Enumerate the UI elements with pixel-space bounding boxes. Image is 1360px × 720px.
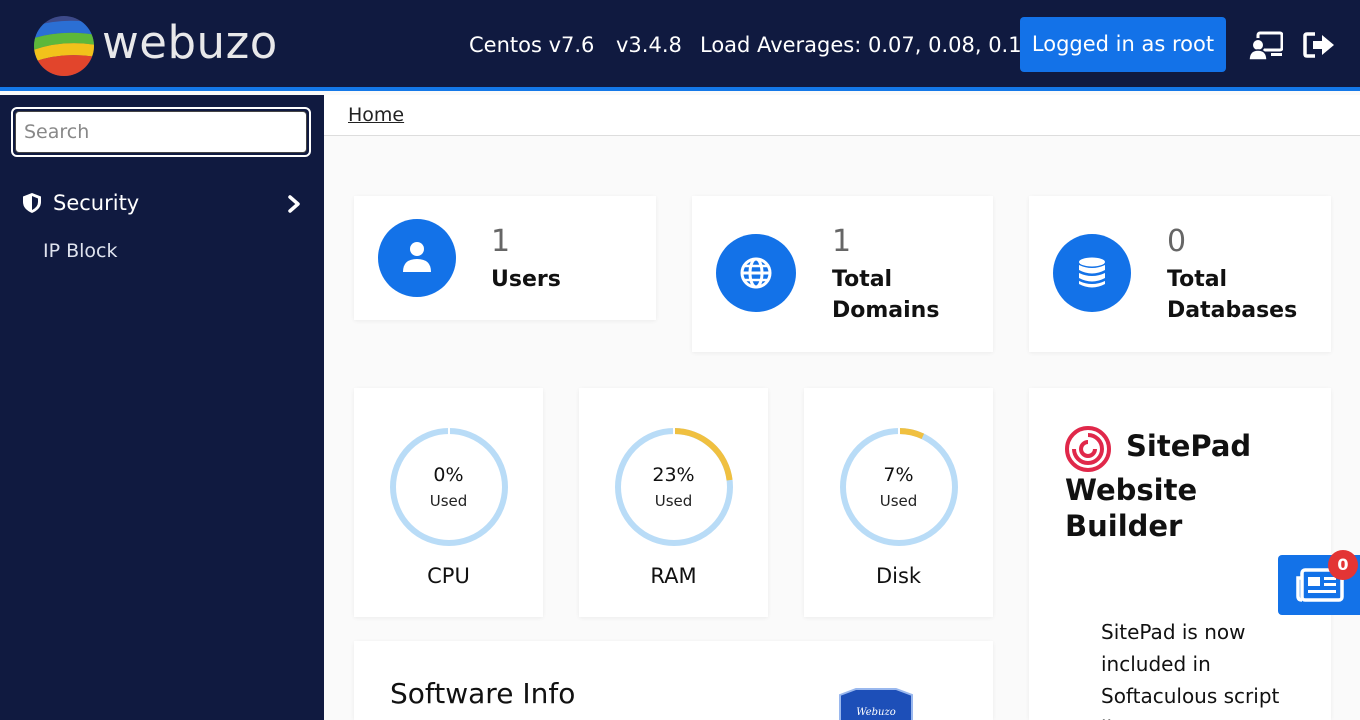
webuzo-logo[interactable]: webuzo (32, 14, 292, 78)
gauge-track (390, 428, 508, 546)
search-input[interactable] (15, 111, 307, 153)
logout-icon[interactable] (1303, 28, 1337, 62)
stat-icon-circle (1053, 234, 1131, 312)
breadcrumb: Home (324, 95, 1360, 136)
stat-card-users[interactable]: 1 Users (354, 196, 656, 320)
logged-in-button[interactable]: Logged in as root (1020, 17, 1226, 72)
sidebar-item-ip-block[interactable]: IP Block (43, 238, 118, 264)
cpu-percent: 0% (433, 464, 464, 486)
cpu-gauge (390, 428, 508, 546)
stat-icon-circle (716, 234, 796, 312)
users-label: Users (491, 267, 561, 292)
ram-label: RAM (650, 564, 697, 588)
cpu-label: CPU (427, 564, 470, 588)
domains-count: 1 (832, 224, 852, 259)
webuzo-globe-icon (34, 16, 94, 76)
disk-percent: 7% (883, 464, 914, 486)
sitepad-title-line2: Website (1065, 473, 1198, 507)
disk-label: Disk (875, 564, 922, 588)
sitepad-card[interactable]: SitePad Website Builder SitePad is now i… (1029, 388, 1331, 720)
top-header: webuzo Centos v7.6 v3.4.8 Load Averages:… (0, 0, 1360, 91)
ram-gauge (615, 428, 733, 546)
databases-label-line1: Total (1167, 267, 1228, 292)
databases-label-line2: Databases (1167, 298, 1298, 323)
webuzo-badge-text: Webuzo (856, 707, 896, 718)
stat-card-domains[interactable]: 1 Total Domains (692, 196, 993, 352)
databases-count: 0 (1167, 224, 1187, 259)
sidebar-section-security[interactable]: Security (0, 185, 324, 221)
sitepad-title-line1: SitePad (1126, 429, 1252, 463)
software-info-card: Software Info Webuzo (354, 641, 993, 720)
brand-name: webuzo (102, 16, 278, 69)
webuzo-badge-icon: Webuzo (839, 688, 913, 720)
gauge-card-cpu: 0% Used CPU (354, 388, 543, 617)
switch-user-icon[interactable] (1249, 28, 1283, 62)
gauge-card-ram: 23% Used RAM (579, 388, 768, 617)
sidebar-section-label: Security (53, 191, 140, 215)
gauge-track (840, 428, 958, 546)
stat-icon-circle (378, 219, 456, 297)
sitepad-description: SitePad is now included in Softaculous s… (1101, 620, 1280, 720)
os-version: Centos v7.6 (469, 33, 595, 57)
sidebar: Security IP Block (0, 95, 324, 720)
load-averages: Load Averages: 0.07, 0.08, 0.12 (700, 33, 1035, 57)
panel-version: v3.4.8 (616, 33, 682, 57)
software-info-title: Software Info (390, 677, 576, 710)
chevron-right-icon[interactable] (285, 194, 303, 214)
search-box (11, 107, 311, 157)
gauge-card-disk: 7% Used Disk (804, 388, 993, 617)
users-count: 1 (491, 224, 511, 259)
domains-label-line1: Total (832, 267, 893, 292)
ram-used-label: Used (654, 492, 693, 510)
globe-icon (740, 257, 772, 289)
breadcrumb-home-link[interactable]: Home (348, 103, 404, 127)
disk-used-label: Used (879, 492, 918, 510)
user-icon (403, 242, 431, 272)
database-icon (1079, 257, 1105, 288)
news-count-badge: 0 (1328, 550, 1358, 580)
disk-gauge (840, 428, 958, 546)
cpu-used-label: Used (429, 492, 468, 510)
shield-icon (23, 193, 41, 213)
sitepad-logo-icon (1065, 426, 1111, 472)
ram-percent: 23% (652, 464, 695, 486)
stat-card-databases[interactable]: 0 Total Databases (1029, 196, 1331, 352)
domains-label-line2: Domains (832, 298, 940, 323)
sitepad-title-line3: Builder (1065, 509, 1183, 543)
